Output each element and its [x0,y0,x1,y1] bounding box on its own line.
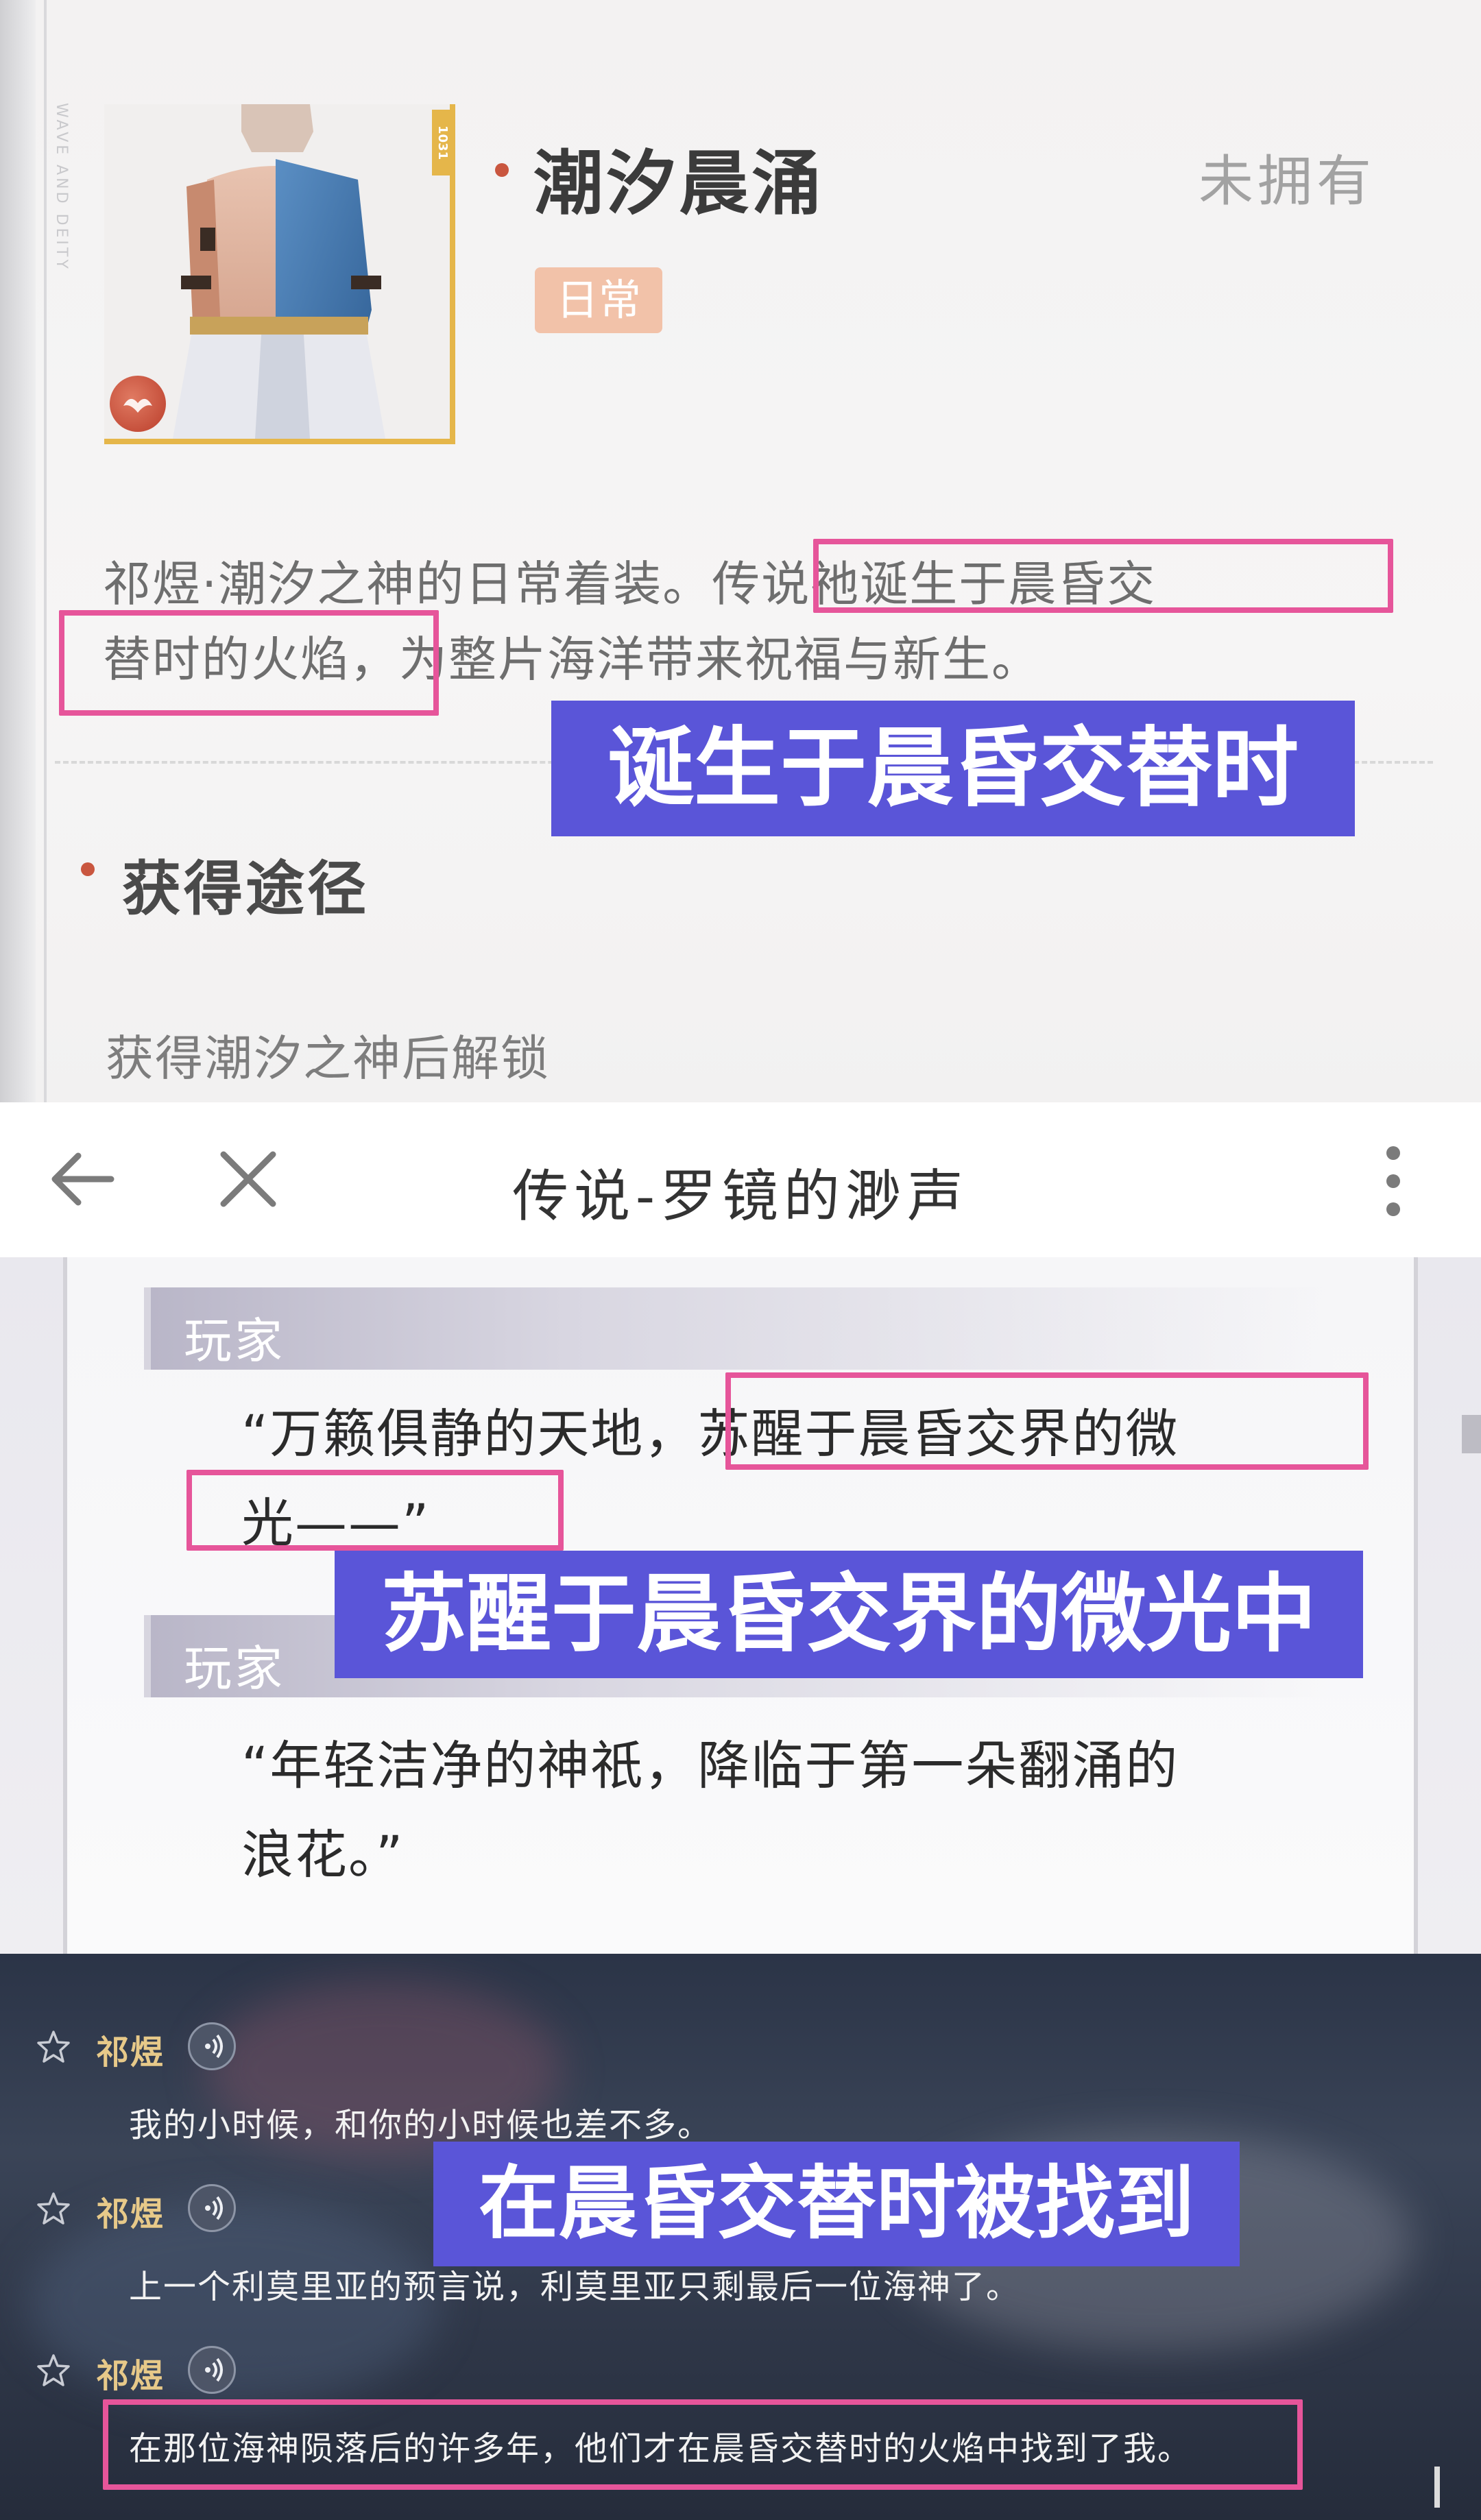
portrait-rank-tag: 1031 [432,110,450,175]
edge-marker [1434,2467,1440,2508]
voice-wave-icon[interactable] [188,2184,236,2232]
page-title: 传说-罗镜的渺声 [512,1164,969,1229]
highlight-box [59,610,439,716]
outfit-type-badge: 日常 [535,267,662,333]
title-bullet-dot [495,163,509,177]
section-bullet-dot [81,862,95,876]
caption-banner: 在晨昏交替时被找到 [433,2142,1240,2266]
voice-line: 我的小时候，和你的小时候也差不多。 [129,2106,712,2144]
voice-wave-icon[interactable] [188,2346,236,2394]
left-frame-bar [0,0,36,1102]
caption-banner: 苏醒于晨昏交界的微光中 [335,1551,1363,1678]
arrow-left-icon[interactable] [45,1145,117,1213]
left-frame-line [44,0,47,1102]
outfit-card-panel: WAVE AND DEITY 1031 潮汐晨涌 未拥有 日常 祁煜·潮汐之神的… [0,0,1481,1102]
star-outline-icon[interactable] [36,2191,71,2227]
star-outline-icon[interactable] [36,2029,71,2065]
speaker-name: 玩家 [184,1640,285,1697]
dialogue-line: “年轻洁净的神祇，降临于第一朵翻涌的 [241,1735,1179,1796]
dialogue-line: 浪花。” [241,1824,405,1885]
close-icon[interactable] [214,1145,282,1213]
outfit-title: 潮汐晨涌 [533,143,824,225]
voice-line: 上一个利莫里亚的预言说，利莫里亚只剩最后一位海神了。 [129,2268,1021,2306]
star-outline-icon[interactable] [36,2353,71,2388]
ownership-status: 未拥有 [1199,149,1375,213]
voice-wave-icon[interactable] [188,2022,236,2070]
wing-badge-icon [110,376,166,432]
voice-speaker-name: 祁煜 [96,2357,165,2395]
voice-speaker-name: 祁煜 [96,2033,165,2072]
more-vertical-icon[interactable] [1374,1143,1412,1219]
highlight-box [725,1372,1369,1470]
side-vertical-text: WAVE AND DEITY [53,103,70,271]
caption-banner: 诞生于晨昏交替时 [551,701,1355,836]
acquire-section-title: 获得途径 [122,855,369,923]
voice-line: 在那位海神陨落后的许多年，他们才在晨昏交替时的火焰中找到了我。 [129,2430,1192,2468]
highlight-box [813,539,1393,613]
voice-speaker-name: 祁煜 [96,2195,165,2233]
unlock-requirement: 获得潮汐之神后解锁 [106,1030,550,1087]
speaker-bar [144,1287,1337,1370]
speaker-name: 玩家 [184,1313,285,1369]
highlight-box [186,1470,564,1551]
dialogue-record-panel: 玩家 “万籁俱静的天地，苏醒于晨昏交界的微 光——” 玩家 苏醒于晨昏交界的微光… [0,1257,1481,1954]
voice-log-panel: 祁煜 我的小时候，和你的小时候也差不多。 祁煜 上一个利莫里亚的预言说，利莫里亚… [0,1954,1481,2520]
scrollbar-thumb[interactable] [1462,1415,1481,1453]
app-header: 传说-罗镜的渺声 [0,1102,1481,1257]
